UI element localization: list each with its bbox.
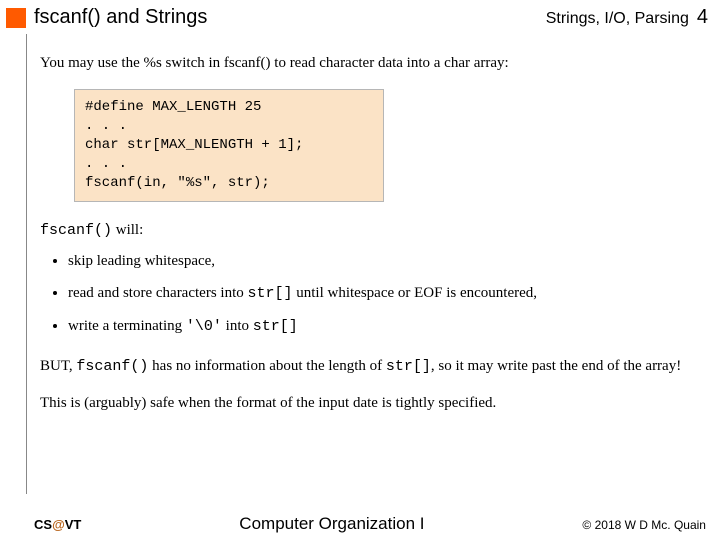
header-left: fscanf() and Strings — [6, 6, 207, 29]
inline-code: str[] — [248, 285, 293, 302]
footer-at: @ — [52, 517, 65, 532]
will-line: fscanf() will: — [40, 220, 702, 241]
accent-square-icon — [6, 8, 26, 28]
inline-code: str[] — [253, 318, 298, 335]
text: has no information about the length of — [148, 358, 385, 374]
bullet-text: until whitespace or EOF is encountered, — [293, 285, 538, 301]
text: , so it may write past the end of the ar… — [431, 358, 681, 374]
footer-cs: CS — [34, 517, 52, 532]
header-right: Strings, I/O, Parsing 4 — [546, 6, 708, 29]
inline-code: str[] — [386, 358, 431, 375]
inline-code: fscanf() — [76, 358, 148, 375]
but-paragraph: BUT, fscanf() has no information about t… — [40, 356, 702, 377]
footer-left: CS@VT — [34, 517, 81, 532]
bullet-text: write a terminating — [68, 318, 186, 334]
fscanf-inline: fscanf() — [40, 222, 112, 239]
bullet-text: skip leading whitespace, — [68, 253, 215, 269]
breadcrumb: Strings, I/O, Parsing — [546, 10, 689, 28]
vertical-rule — [26, 34, 27, 494]
intro-text: You may use the %s switch in fscanf() to… — [40, 53, 702, 73]
footer-center: Computer Organization I — [239, 514, 424, 534]
code-block: #define MAX_LENGTH 25 . . . char str[MAX… — [74, 89, 384, 201]
bullet-text: read and store characters into — [68, 285, 248, 301]
bullet-text: into — [222, 318, 253, 334]
safe-paragraph: This is (arguably) safe when the format … — [40, 393, 702, 413]
bullet-list: skip leading whitespace, read and store … — [68, 251, 702, 338]
list-item: write a terminating '\0' into str[] — [68, 316, 702, 337]
will-suffix: will: — [112, 222, 143, 238]
slide-content: You may use the %s switch in fscanf() to… — [0, 35, 720, 413]
list-item: read and store characters into str[] unt… — [68, 283, 702, 304]
text: BUT, — [40, 358, 76, 374]
slide-header: fscanf() and Strings Strings, I/O, Parsi… — [0, 0, 720, 35]
page-number: 4 — [697, 6, 708, 29]
slide-footer: CS@VT Computer Organization I © 2018 W D… — [0, 514, 720, 534]
footer-copyright: © 2018 W D Mc. Quain — [582, 518, 706, 532]
slide-title: fscanf() and Strings — [34, 6, 207, 29]
list-item: skip leading whitespace, — [68, 251, 702, 271]
footer-vt: VT — [65, 517, 82, 532]
inline-code: '\0' — [186, 318, 222, 335]
